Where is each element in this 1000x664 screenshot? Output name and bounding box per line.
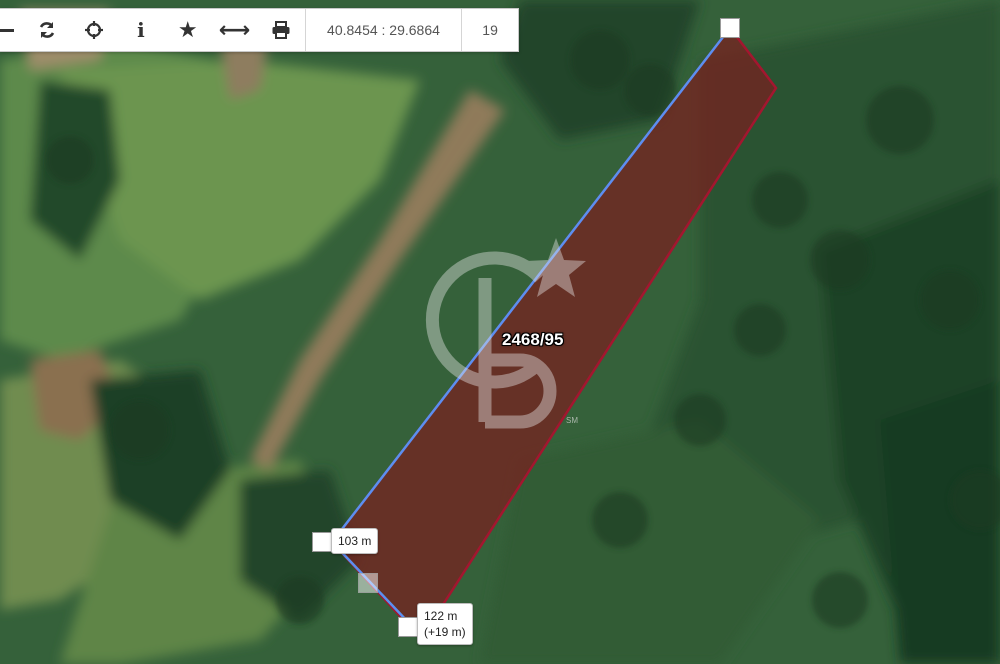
locate-button[interactable] [71,9,118,51]
zoom-level-readout: 19 [482,22,498,38]
length-delta-value: (+19 m) [424,625,466,639]
print-button[interactable] [258,9,305,51]
midpoint-handle[interactable] [358,573,378,593]
total-length-label: 122 m (+19 m) [417,603,473,645]
minus-icon [0,28,14,32]
total-length-value: 122 m [424,609,458,623]
segment-length-label: 103 m [331,528,379,554]
coordinates-readout: 40.8454 : 29.6864 [327,22,440,38]
info-icon: i [137,18,145,42]
arrows-horizontal-icon: ⟷ [218,17,251,43]
favorite-button[interactable]: ★ [164,9,211,51]
segment-length-value: 103 m [338,534,372,548]
vertex-handle-top[interactable] [720,18,740,38]
zoom-out-button[interactable] [0,9,24,51]
parcel-label: 2468/95 [502,330,564,349]
watermark-sm: SM [566,416,578,425]
vertex-handle-bottom[interactable] [398,617,418,637]
map-toolbar: i ★ ⟷ 40.8454 : 29.6864 19 [0,8,519,52]
satellite-map[interactable] [0,0,1000,664]
printer-icon [272,21,290,39]
refresh-button[interactable] [24,9,71,51]
star-icon: ★ [177,17,198,43]
info-button[interactable]: i [118,9,165,51]
crosshair-icon [85,21,104,39]
measure-button[interactable]: ⟷ [211,9,258,51]
refresh-icon [40,22,55,38]
vertex-handle-left[interactable] [312,532,332,552]
